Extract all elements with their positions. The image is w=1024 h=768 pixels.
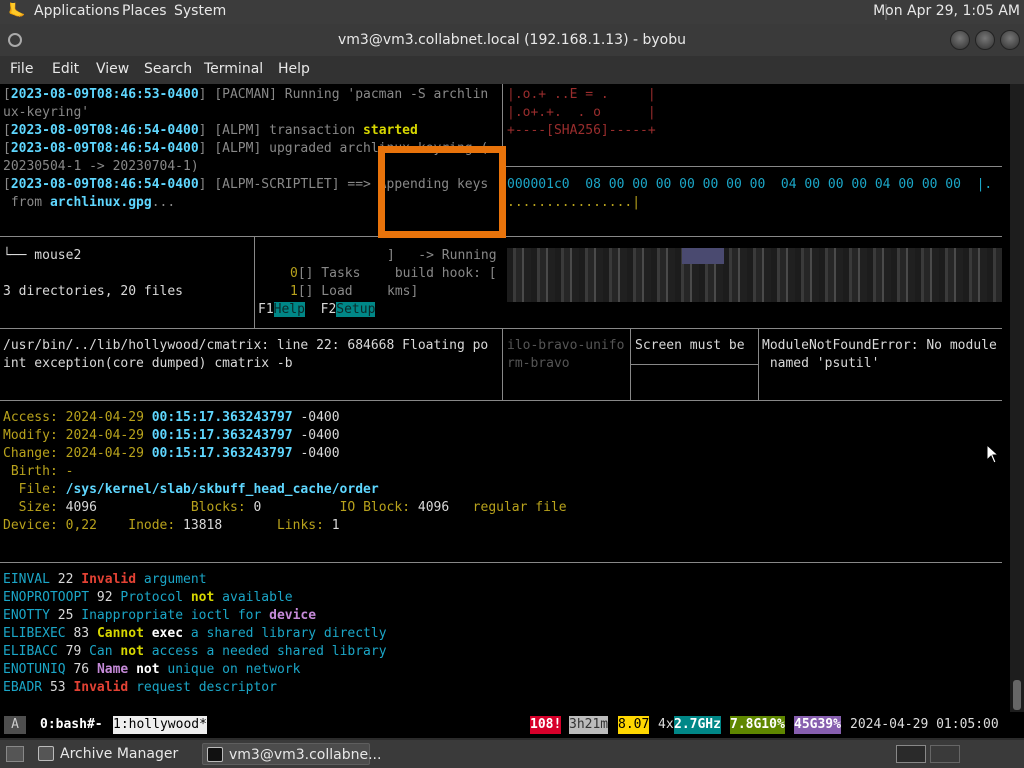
window-titlebar[interactable]: vm3@vm3.collabnet.local (192.168.1.13) -… — [0, 24, 1024, 56]
byobu-status-bar: A 0:bash#- 1:hollywood* 108! 3h21m 8.07 … — [0, 712, 1024, 738]
cmatrix-error-line: /usr/bin/../lib/hollywood/cmatrix: line … — [3, 338, 489, 353]
menu-search[interactable]: Search — [144, 61, 192, 77]
workspace-switcher[interactable] — [896, 745, 926, 763]
workspace-switcher[interactable] — [930, 745, 960, 763]
stat-birth: Birth: - — [3, 464, 74, 479]
stat-device: Device: 0,22 Inode: 13818 Links: 1 — [3, 518, 340, 533]
tree-item: └── mouse2 — [3, 248, 82, 263]
errno-line: ENOTUNIQ 76 Name not unique on network — [3, 662, 301, 677]
error-line: named 'psutil' — [762, 356, 880, 371]
errno-line: ENOTTY 25 Inappropriate ioctl for device — [3, 608, 317, 623]
randomart-line: +----[SHA256]-----+ — [507, 123, 656, 138]
window-title: vm3@vm3.collabnet.local (192.168.1.13) -… — [337, 32, 686, 48]
bottom-taskbar: Archive Manager vm3@vm3.collabne... — [0, 740, 1024, 768]
noise-pane — [507, 248, 1002, 302]
bravo-line: rm-bravo — [507, 356, 570, 371]
uptime-badge: 3h21m — [569, 716, 609, 734]
menu-file[interactable]: File — [10, 61, 33, 77]
errno-line: ENOPROTOOPT 92 Protocol not available — [3, 590, 293, 605]
memory-badge: 7.8G10% — [730, 716, 785, 734]
errno-line: ELIBACC 79 Can not access a needed share… — [3, 644, 387, 659]
pane-divider — [502, 166, 1002, 167]
menu-view[interactable]: View — [96, 61, 129, 77]
pane-divider — [502, 328, 503, 400]
byobu-mode: A — [4, 716, 26, 734]
errno-line: EBADR 53 Invalid request descriptor — [3, 680, 277, 695]
scrollbar-thumb[interactable] — [1013, 680, 1021, 710]
tree-summary: 3 directories, 20 files — [3, 284, 184, 299]
cpu-freq-badge: 2.7GHz — [674, 716, 721, 734]
f2-key: F2 — [320, 302, 337, 317]
mouse-pointer-icon — [986, 444, 1000, 464]
stat-file: File: /sys/kernel/slab/skbuff_head_cache… — [3, 482, 379, 497]
taskbar-archive-manager[interactable]: Archive Manager — [34, 743, 199, 765]
menu-help[interactable]: Help — [278, 61, 310, 77]
stat-access: Access: 2024-04-29 00:15:17.363243797 -0… — [3, 410, 340, 425]
f1-key: F1 — [258, 302, 274, 317]
menu-item-tasks[interactable]: 0[] Tasks — [290, 265, 360, 283]
status-datetime: 2024-04-29 01:05:00 — [850, 717, 999, 732]
log-line: [2023-08-09T08:46:54-0400] [ALPM] transa… — [3, 123, 418, 138]
maximize-button[interactable] — [975, 30, 995, 50]
terminal-icon — [207, 747, 223, 762]
close-button[interactable] — [1000, 30, 1020, 50]
terminal-area[interactable]: [2023-08-09T08:46:53-0400] [PACMAN] Runn… — [0, 84, 1024, 712]
popup-line: kms] — [387, 284, 419, 299]
load-badge: 8.07 — [618, 716, 650, 734]
screen-msg: Screen must be — [635, 338, 745, 353]
setup-button[interactable]: Setup — [336, 302, 376, 317]
pane-divider — [0, 400, 1002, 401]
updates-badge: 108! — [530, 716, 562, 734]
archive-icon — [38, 746, 54, 761]
stat-size: Size: 4096 Blocks: 0 IO Block: 4096 regu… — [3, 500, 567, 515]
panel-clock[interactable]: Mon Apr 29, 1:05 AM — [873, 3, 1020, 19]
bravo-line: ilo-bravo-unifo — [507, 338, 625, 353]
hexdump-line: 000001c0 08 00 00 00 00 00 00 00 04 00 0… — [507, 177, 993, 192]
hexdump-ascii: ................| — [507, 195, 641, 210]
pane-divider — [0, 328, 1002, 329]
gnome-foot-icon: 🦶 — [8, 3, 26, 19]
minimize-button[interactable] — [950, 30, 970, 50]
menu-places[interactable]: Places — [122, 3, 167, 19]
stat-change: Change: 2024-04-29 00:15:17.363243797 -0… — [3, 446, 340, 461]
help-button[interactable]: Help — [273, 302, 305, 317]
top-panel: 🦶 Applications Places System Mon Apr 29,… — [0, 0, 1024, 24]
log-line: from archlinux.gpg... — [3, 195, 176, 210]
noise-highlight — [682, 248, 724, 264]
log-line: ux-keyring' — [3, 105, 90, 120]
error-line: ModuleNotFoundError: No module — [762, 338, 997, 353]
menu-item-load[interactable]: 1[] Load — [290, 283, 353, 301]
stat-modify: Modify: 2024-04-29 00:15:17.363243797 -0… — [3, 428, 340, 443]
pane-divider — [630, 364, 758, 365]
terminal-menubar: File Edit View Search Terminal Help — [0, 56, 1024, 84]
errno-line: EINVAL 22 Invalid argument — [3, 572, 207, 587]
menu-terminal[interactable]: Terminal — [204, 61, 263, 77]
log-line: [2023-08-09T08:46:53-0400] [PACMAN] Runn… — [3, 87, 489, 102]
window-tab-0[interactable]: 0:bash#- — [40, 716, 103, 734]
randomart-line: |.o.+ ..E = . | — [507, 87, 656, 102]
highlight-box — [378, 146, 506, 238]
menu-system[interactable]: System — [174, 3, 226, 19]
terminal-scrollbar[interactable] — [1010, 84, 1024, 712]
function-key-bar: F1Help F2Setup — [258, 301, 376, 319]
disk-badge: 45G39% — [794, 716, 841, 734]
menu-applications[interactable]: Applications — [34, 3, 120, 19]
popup-line: ] -> Running — [387, 248, 497, 263]
popup-line: build hook: [ — [387, 266, 497, 281]
randomart-line: |.o+.+. . o | — [507, 105, 656, 120]
taskbar-terminal[interactable]: vm3@vm3.collabne... — [202, 743, 381, 765]
cmatrix-error-line: int exception(core dumped) cmatrix -b — [3, 356, 293, 371]
cpu-count: 4x — [658, 717, 674, 732]
log-line: 20230504-1 -> 20230704-1) — [3, 159, 199, 174]
pane-divider — [0, 562, 1002, 563]
pane-divider — [254, 236, 255, 328]
pane-divider — [758, 328, 759, 400]
errno-line: ELIBEXEC 83 Cannot exec a shared library… — [3, 626, 387, 641]
show-desktop-button[interactable] — [6, 746, 24, 762]
menu-edit[interactable]: Edit — [52, 61, 79, 77]
window-tab-1[interactable]: 1:hollywood* — [113, 716, 207, 734]
